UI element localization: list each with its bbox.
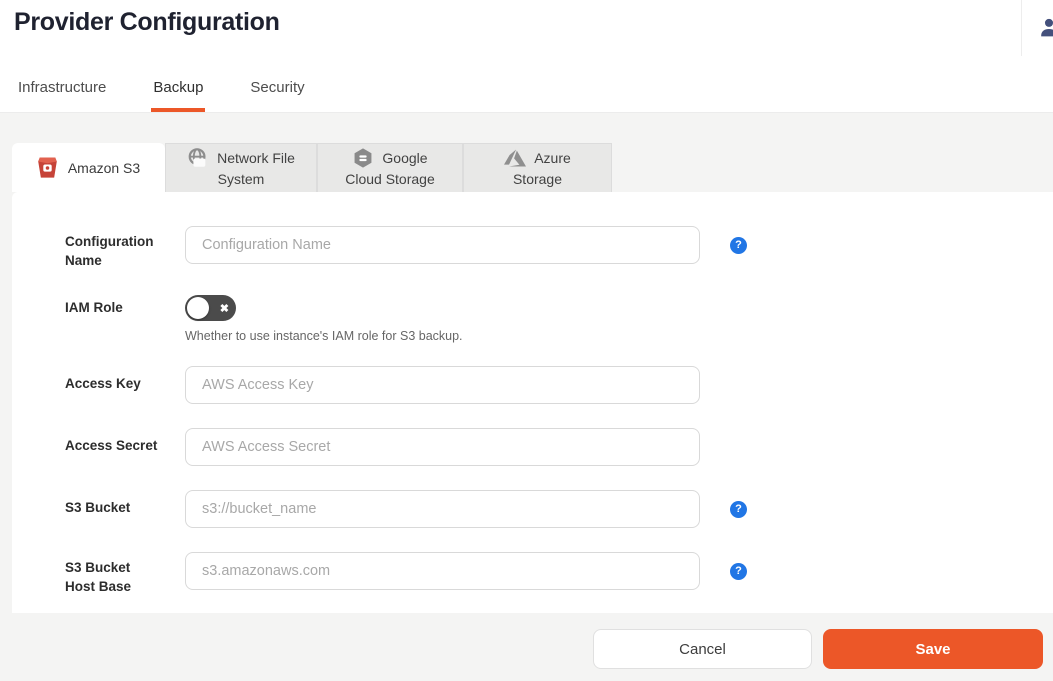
s3-bucket-host-base-help-icon[interactable]: ?	[730, 563, 747, 580]
provider-tab-azure-storage[interactable]: Azure Storage	[463, 143, 612, 192]
provider-tab-label: Amazon S3	[67, 159, 141, 176]
provider-form-panel: Configuration Name ? IAM Role ✖ Whether …	[12, 192, 1053, 613]
provider-tab-label-line2: Cloud Storage	[345, 171, 435, 187]
cancel-button[interactable]: Cancel	[593, 629, 812, 669]
provider-tab-google-cloud-storage[interactable]: Google Cloud Storage	[317, 143, 463, 192]
access-secret-input[interactable]	[185, 428, 700, 466]
s3-bucket-host-base-label: S3 Bucket Host Base	[65, 560, 132, 594]
iam-role-toggle[interactable]: ✖	[185, 295, 236, 321]
provider-tab-bar: Amazon S3 Network File System Google Clo…	[12, 143, 612, 192]
toggle-knob	[187, 297, 209, 319]
toggle-off-icon: ✖	[219, 302, 229, 315]
page-title: Provider Configuration	[14, 8, 280, 36]
access-key-input[interactable]	[185, 366, 700, 404]
header-divider	[1021, 0, 1022, 56]
google-cloud-storage-icon	[352, 147, 374, 169]
iam-role-label: IAM Role	[65, 300, 123, 315]
configuration-name-input[interactable]	[185, 226, 700, 264]
content-background: Amazon S3 Network File System Google Clo…	[0, 113, 1053, 681]
provider-tab-label-line2: System	[217, 171, 265, 187]
s3-bucket-input[interactable]	[185, 490, 700, 528]
save-button[interactable]: Save	[823, 629, 1043, 669]
provider-tab-amazon-s3[interactable]: Amazon S3	[12, 143, 165, 192]
provider-tab-label-line2: Storage	[512, 171, 563, 187]
configuration-name-label: Configuration Name	[65, 234, 154, 268]
azure-storage-icon	[504, 147, 527, 169]
tab-security[interactable]: Security	[248, 62, 306, 112]
tab-backup[interactable]: Backup	[151, 62, 206, 112]
s3-bucket-help-icon[interactable]: ?	[730, 501, 747, 518]
provider-tab-network-file-system[interactable]: Network File System	[165, 143, 317, 192]
amazon-s3-icon	[37, 155, 58, 180]
provider-tab-label: Network File	[217, 150, 295, 166]
s3-bucket-host-base-input[interactable]	[185, 552, 700, 590]
provider-tab-label: Google	[382, 150, 428, 166]
tab-infrastructure[interactable]: Infrastructure	[16, 62, 108, 112]
network-file-system-icon	[187, 147, 209, 169]
s3-bucket-label: S3 Bucket	[65, 500, 131, 515]
configuration-name-help-icon[interactable]: ?	[730, 237, 747, 254]
provider-tab-label: Azure	[534, 150, 571, 166]
access-key-label: Access Key	[65, 376, 141, 391]
access-secret-label: Access Secret	[65, 438, 158, 453]
iam-role-helper-text: Whether to use instance's IAM role for S…	[185, 329, 463, 343]
user-icon[interactable]	[1038, 16, 1053, 38]
main-tab-bar: Infrastructure Backup Security	[16, 62, 307, 112]
